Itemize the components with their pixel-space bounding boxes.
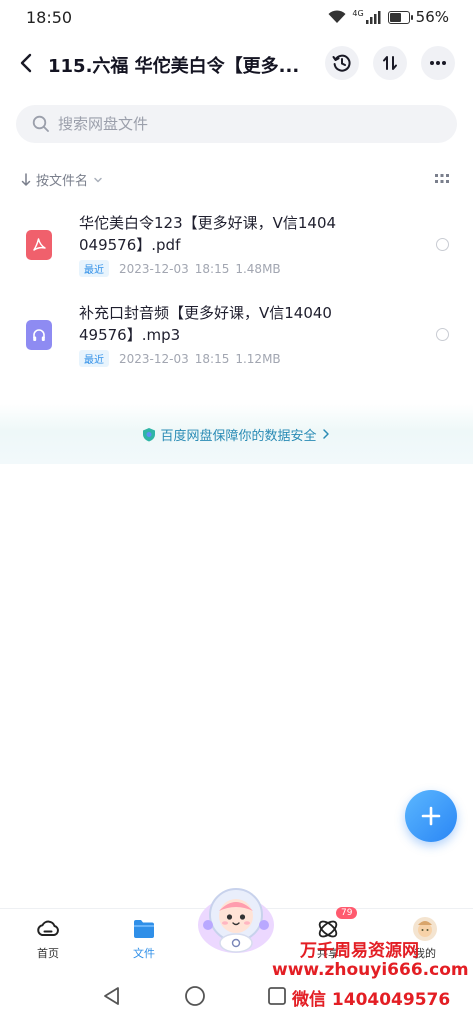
chevron-right-icon	[322, 429, 329, 439]
battery-percent: 56%	[415, 8, 449, 26]
sort-control[interactable]: 按文件名	[20, 170, 104, 189]
recents-square-icon[interactable]	[265, 984, 289, 1008]
file-time: 18:15	[194, 351, 230, 366]
transfer-button[interactable]	[373, 46, 407, 80]
security-text: 百度网盘保障你的数据安全	[160, 428, 317, 444]
status-time: 18:50	[26, 8, 73, 27]
nav-home[interactable]: 首页	[13, 909, 83, 971]
back-button[interactable]	[14, 50, 40, 76]
folder-icon	[134, 920, 154, 938]
file-size: 1.48MB	[235, 261, 281, 276]
file-date: 2023-12-03	[119, 351, 189, 366]
share-badge: 79	[336, 907, 358, 919]
search-input[interactable]	[58, 105, 438, 143]
nav-files-label: 文件	[133, 947, 155, 960]
pdf-file-icon	[26, 230, 52, 260]
recent-badge: 最近	[79, 260, 109, 277]
file-size: 1.12MB	[235, 351, 281, 366]
select-radio[interactable]	[436, 328, 449, 341]
file-time: 18:15	[194, 261, 230, 276]
grid-view-icon[interactable]	[435, 174, 449, 184]
arrow-down-icon	[21, 172, 31, 186]
nav-home-label: 首页	[37, 947, 59, 960]
file-name: 补充口封音频【更多好课，V信1404049576】.mp3	[79, 304, 332, 344]
recent-badge: 最近	[79, 350, 109, 367]
back-triangle-icon[interactable]	[100, 984, 124, 1008]
file-row[interactable]: 华佗美白令123【更多好课，V信1404049576】.pdf 最近 2023-…	[0, 202, 473, 286]
audio-file-icon	[26, 320, 52, 350]
history-button[interactable]	[325, 46, 359, 80]
search-bar[interactable]	[16, 105, 457, 143]
headphones-icon	[33, 329, 45, 341]
sort-label: 按文件名	[36, 174, 89, 189]
page-title: 115.六福 华佗美白令【更多...	[48, 56, 300, 77]
more-icon	[430, 61, 446, 65]
pdf-icon	[33, 238, 46, 251]
chevron-down-icon	[94, 177, 102, 182]
cloud-icon	[37, 920, 59, 936]
status-bar: 18:50 4G 56%	[0, 0, 473, 36]
mascot-icon[interactable]	[196, 885, 276, 955]
header: 115.六福 华佗美白令【更多...	[0, 40, 473, 88]
shield-icon	[143, 427, 156, 441]
add-button[interactable]	[405, 790, 457, 842]
system-nav-bar	[0, 970, 473, 1024]
file-date: 2023-12-03	[119, 261, 189, 276]
file-meta: 最近 2023-12-03 18:15 1.48MB	[79, 260, 281, 277]
search-icon	[32, 115, 49, 132]
nav-files[interactable]: 文件	[109, 909, 179, 971]
status-icons: 4G 56%	[328, 8, 449, 26]
watermark-line1: 万千周易资源网	[300, 941, 419, 961]
plus-icon	[421, 806, 441, 826]
select-radio[interactable]	[436, 238, 449, 251]
file-name: 华佗美白令123【更多好课，V信1404049576】.pdf	[79, 214, 337, 254]
file-row[interactable]: 补充口封音频【更多好课，V信1404049576】.mp3 最近 2023-12…	[0, 292, 473, 376]
network-type: 4G	[352, 8, 364, 18]
chevron-left-icon	[20, 53, 32, 73]
security-banner[interactable]: 百度网盘保障你的数据安全	[0, 404, 473, 464]
file-meta: 最近 2023-12-03 18:15 1.12MB	[79, 350, 281, 367]
transfer-icon	[383, 56, 397, 70]
signal-icon	[365, 10, 381, 24]
wifi-icon	[328, 10, 346, 23]
home-circle-icon[interactable]	[183, 984, 207, 1008]
battery-icon	[387, 10, 413, 24]
more-button[interactable]	[421, 46, 455, 80]
history-icon	[332, 54, 351, 72]
